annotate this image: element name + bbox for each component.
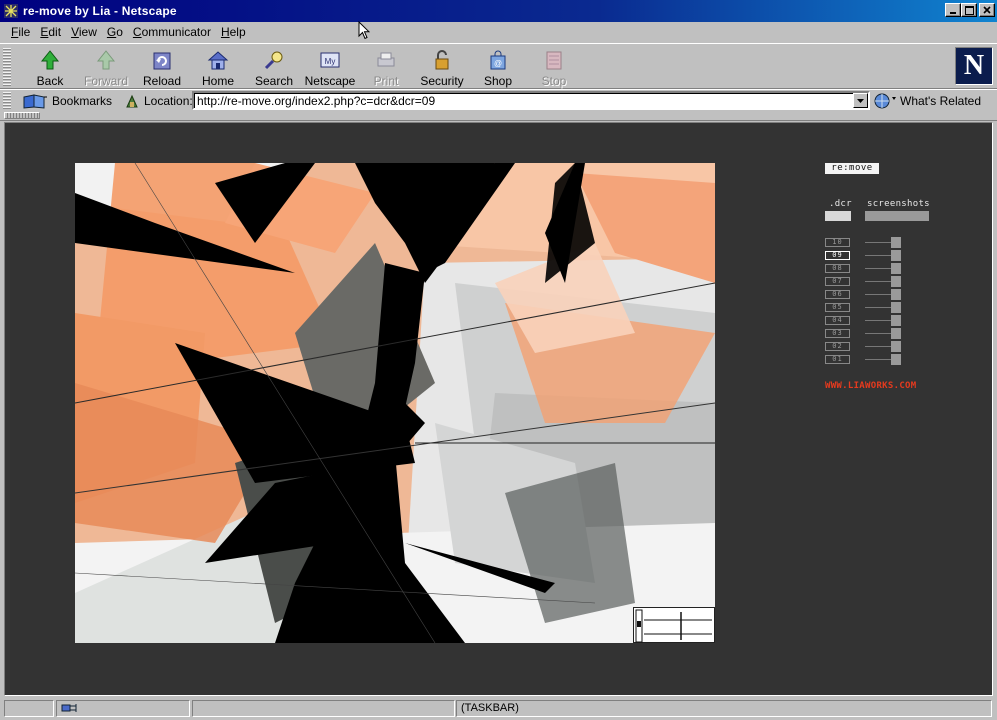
title-bar: re-move by Lia - Netscape: [0, 0, 997, 22]
bookmarks-button[interactable]: Bookmarks: [22, 92, 112, 110]
shop-button[interactable]: @ Shop: [470, 46, 526, 88]
screenshot-link-05[interactable]: [891, 302, 901, 313]
version-link-07[interactable]: 07: [825, 277, 850, 286]
shockwave-artwork[interactable]: [75, 163, 715, 643]
screenshot-link-10[interactable]: [891, 237, 901, 248]
screenshot-link-03[interactable]: [891, 328, 901, 339]
menu-go[interactable]: Go: [102, 25, 128, 39]
screenshot-line: [865, 320, 891, 321]
menu-view[interactable]: View: [66, 25, 102, 39]
my-netscape-icon: My: [318, 48, 342, 72]
personal-toolbar-collapsed: [0, 111, 997, 121]
location-label: Location:: [124, 92, 193, 110]
status-progress: [4, 700, 54, 717]
tab-dcr-label: .dcr: [829, 199, 852, 209]
version-link-03[interactable]: 03: [825, 329, 850, 338]
screenshot-link-01[interactable]: [891, 354, 901, 365]
version-link-02[interactable]: 02: [825, 342, 850, 351]
location-dropdown-button[interactable]: [853, 93, 868, 108]
svg-text:My: My: [325, 57, 336, 66]
svg-text:@: @: [494, 59, 502, 68]
navigation-toolbar: Back Forward Reload Home Search My Netsc…: [0, 43, 997, 89]
padlock-icon: [430, 48, 454, 72]
menu-communicator[interactable]: Communicator: [128, 25, 216, 39]
security-button[interactable]: Security: [414, 46, 470, 88]
netscape-window-icon[interactable]: [3, 3, 19, 19]
bookmarks-icon: [23, 94, 47, 109]
my-netscape-button[interactable]: My Netscape: [302, 46, 358, 88]
slider-controls-icon: [635, 609, 712, 643]
stop-button[interactable]: Stop: [526, 46, 582, 88]
remove-logo[interactable]: re:move: [825, 163, 879, 174]
forward-button[interactable]: Forward: [78, 46, 134, 88]
search-button[interactable]: Search: [246, 46, 302, 88]
version-link-04[interactable]: 04: [825, 316, 850, 325]
version-link-05[interactable]: 05: [825, 303, 850, 312]
location-url-input[interactable]: http://re-move.org/index2.php?c=dcr&dcr=…: [192, 91, 870, 110]
screenshot-line: [865, 281, 891, 282]
netscape-logo[interactable]: N: [955, 47, 993, 85]
status-taskbar: (TASKBAR): [456, 700, 992, 717]
version-link-06[interactable]: 06: [825, 290, 850, 299]
home-icon: [206, 48, 230, 72]
close-button[interactable]: [979, 3, 995, 17]
screenshot-line: [865, 359, 891, 360]
screenshot-line: [865, 346, 891, 347]
screenshot-link-09[interactable]: [891, 250, 901, 261]
version-link-08[interactable]: 08: [825, 264, 850, 273]
back-button[interactable]: Back: [22, 46, 78, 88]
location-bar-grip[interactable]: [3, 92, 11, 110]
chevron-down-icon: [857, 98, 864, 103]
screenshot-link-02[interactable]: [891, 341, 901, 352]
screenshot-line: [865, 294, 891, 295]
reload-icon: [150, 48, 174, 72]
menu-bar: File Edit View Go Communicator Help: [0, 22, 997, 42]
version-link-09[interactable]: 09: [825, 251, 850, 260]
screenshot-link-04[interactable]: [891, 315, 901, 326]
home-button[interactable]: Home: [190, 46, 246, 88]
page-proxy-icon[interactable]: [124, 93, 140, 109]
screenshot-line: [865, 268, 891, 269]
globe-icon: [874, 93, 896, 109]
liaworks-link[interactable]: WWW.LIAWORKS.COM: [825, 381, 917, 391]
stop-icon: [542, 48, 566, 72]
tab-dcr[interactable]: [825, 211, 851, 221]
reload-button[interactable]: Reload: [134, 46, 190, 88]
collapsed-toolbar-tab[interactable]: [4, 112, 40, 119]
print-button[interactable]: Print: [358, 46, 414, 88]
status-security-cell: [56, 700, 190, 717]
menu-help[interactable]: Help: [216, 25, 251, 39]
status-bar: (TASKBAR): [0, 697, 997, 720]
menu-file[interactable]: File: [6, 25, 35, 39]
mouse-cursor-icon: [358, 21, 370, 40]
search-icon: [262, 48, 286, 72]
forward-arrow-icon: [94, 48, 118, 72]
screenshot-line: [865, 307, 891, 308]
screenshot-line: [865, 333, 891, 334]
maximize-button[interactable]: [961, 3, 977, 17]
tab-screenshots[interactable]: [865, 211, 929, 221]
screenshot-link-07[interactable]: [891, 276, 901, 287]
page-content: re:move .dcr screenshots 10 09 08 07 06 …: [4, 122, 993, 696]
version-link-10[interactable]: 10: [825, 238, 850, 247]
printer-icon: [374, 48, 398, 72]
screenshot-link-08[interactable]: [891, 263, 901, 274]
status-message: [192, 700, 455, 717]
whats-related-button[interactable]: What's Related: [874, 92, 981, 110]
version-link-01[interactable]: 01: [825, 355, 850, 364]
screenshot-link-06[interactable]: [891, 289, 901, 300]
art-control-panel[interactable]: [633, 607, 715, 643]
screenshot-line: [865, 255, 891, 256]
toolbar-grip[interactable]: [3, 48, 11, 86]
location-bar: Bookmarks Location: http://re-move.org/i…: [0, 89, 997, 111]
shopping-bag-icon: @: [486, 48, 510, 72]
screenshot-line: [865, 242, 891, 243]
minimize-button[interactable]: [945, 3, 961, 17]
tab-screenshots-label: screenshots: [867, 199, 930, 209]
connection-plug-icon[interactable]: [61, 701, 81, 715]
menu-edit[interactable]: Edit: [35, 25, 66, 39]
window-title: re-move by Lia - Netscape: [23, 4, 177, 18]
back-arrow-icon: [38, 48, 62, 72]
